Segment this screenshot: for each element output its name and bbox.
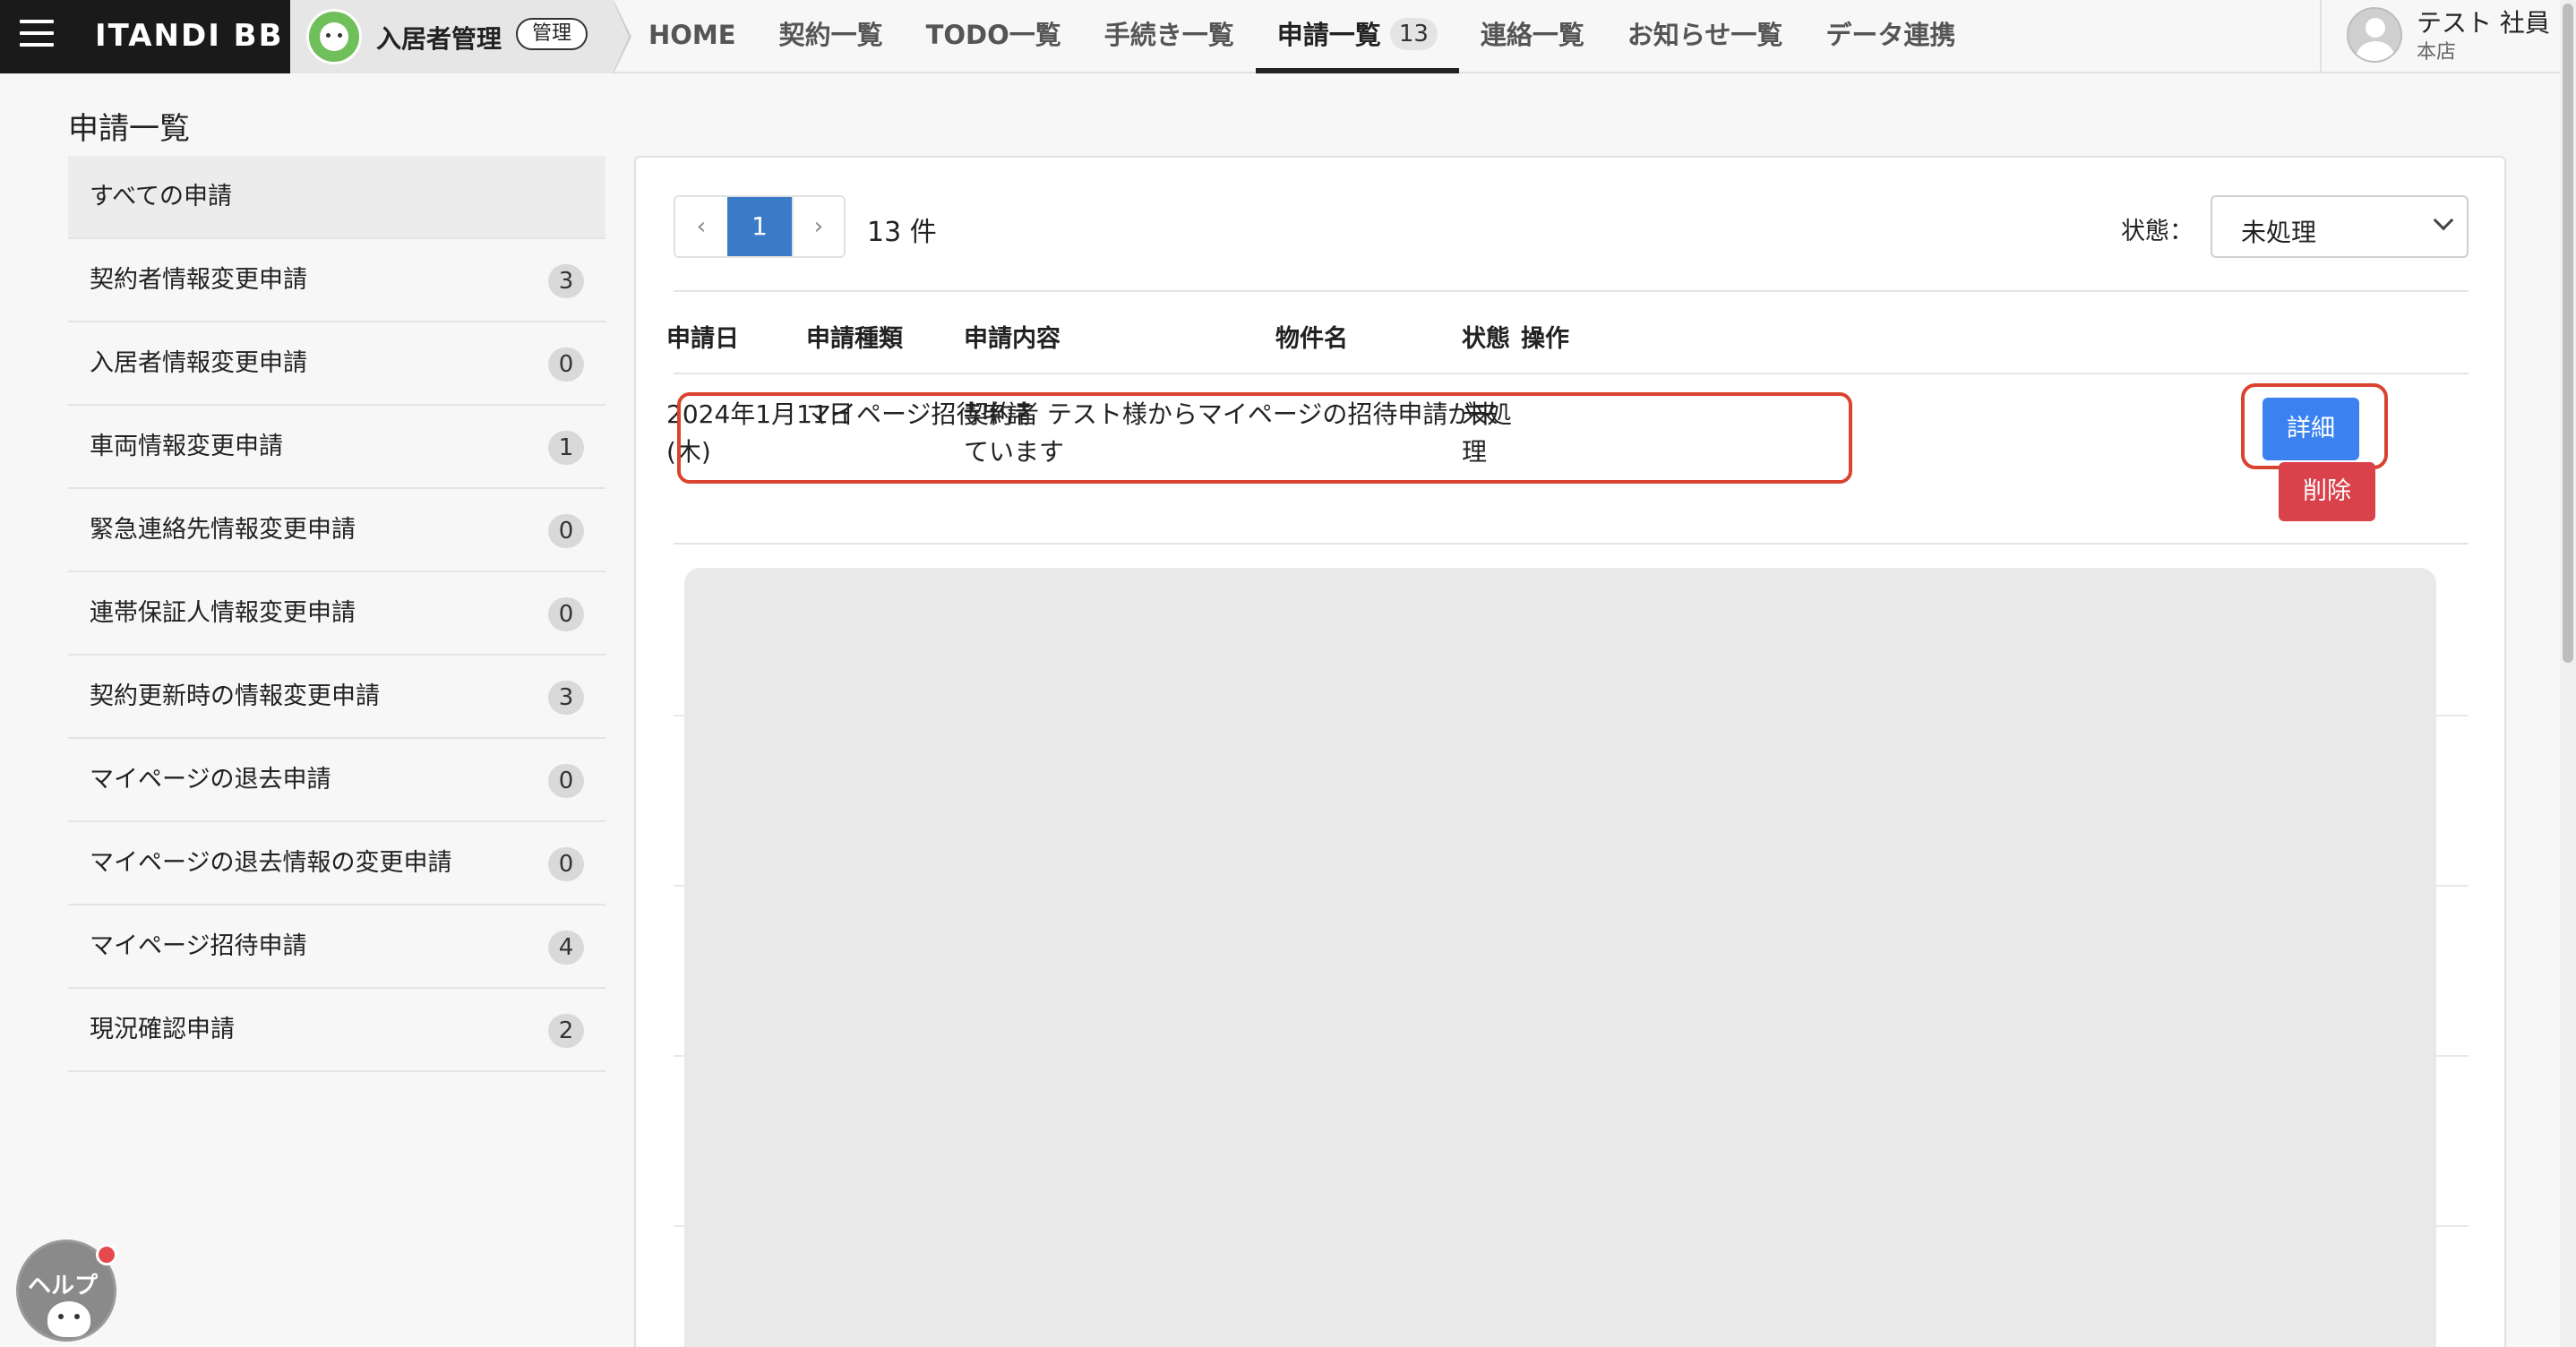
chevron-down-icon [2433,210,2454,231]
sidebar-item-label: マイページ招待申請 [90,932,307,960]
column-header-date: 申請日 [666,325,739,353]
nav-label: 手続き一覧 [1103,20,1234,50]
sidebar-item-guarantor-change[interactable]: 連帯保証人情報変更申請 0 [68,572,605,656]
nav-data-integration[interactable]: データ連携 [1804,0,1977,73]
nav-count-badge: 13 [1389,18,1438,50]
user-menu[interactable]: テスト 社員 本店 [2320,0,2576,73]
nav-todo[interactable]: TODO一覧 [905,0,1083,73]
mascot-icon [306,9,362,64]
sidebar-item-label: マイページの退去情報の変更申請 [90,849,452,877]
top-navigation: ITANDI BB 入居者管理 管理 HOME 契約一覧 TODO一覧 手続き一… [0,0,2576,73]
nav-procedures[interactable]: 手続き一覧 [1083,0,1256,73]
sidebar-item-label: 車両情報変更申請 [90,433,283,460]
sidebar-item-label: すべての申請 [90,183,233,210]
count-badge: 2 [548,1014,584,1048]
sidebar: すべての申請 契約者情報変更申請 3 入居者情報変更申請 0 車両情報変更申請 1 緊… [68,156,605,1072]
sidebar-item-resident-change[interactable]: 入居者情報変更申請 0 [68,322,605,406]
sidebar-item-all[interactable]: すべての申請 [68,156,605,239]
sidebar-item-label: 現況確認申請 [90,1016,235,1043]
count-badge: 0 [548,764,584,798]
sidebar-item-label: 連帯保証人情報変更申請 [90,599,356,627]
user-branch: 本店 [2417,41,2457,64]
application-list-panel: ‹ 1 › 13 件 状態： 未処理 申請日 申請種類 申請内容 物件名 状態 … [634,156,2506,1347]
status-filter-select[interactable]: 未処理 [2211,195,2469,258]
count-badge: 3 [548,264,584,298]
detail-button[interactable]: 詳細 [2263,398,2359,460]
pager-next-button[interactable]: › [792,197,844,256]
user-name: テスト 社員 [2417,8,2550,38]
nav-messages[interactable]: 連絡一覧 [1459,0,1606,73]
status-filter-label: 状態： [2121,218,2194,245]
help-mascot-icon [47,1301,90,1337]
count-badge: 1 [548,431,584,465]
sidebar-item-label: 緊急連絡先情報変更申請 [90,516,356,544]
nav-applications[interactable]: 申請一覧 13 [1255,0,1460,73]
sidebar-item-contractor-change[interactable]: 契約者情報変更申請 3 [68,239,605,322]
sidebar-item-label: 入居者情報変更申請 [90,349,307,377]
avatar-icon [2347,7,2402,63]
redacted-area [684,568,2436,1347]
help-widget[interactable]: ヘルプ [16,1240,117,1342]
sidebar-item-emergency-contact-change[interactable]: 緊急連絡先情報変更申請 0 [68,489,605,572]
hamburger-menu-icon[interactable] [20,20,54,54]
sidebar-item-vehicle-change[interactable]: 車両情報変更申請 1 [68,406,605,489]
record-count: 13 件 [867,217,937,248]
page-title: 申請一覧 [68,111,190,147]
nav-label: 契約一覧 [778,20,883,50]
delete-button[interactable]: 削除 [2279,462,2375,521]
nav-label: HOME [648,20,736,50]
count-badge: 0 [548,597,584,631]
sidebar-item-moveout-change[interactable]: マイページの退去情報の変更申請 0 [68,822,605,905]
column-header-actions: 操作 [1521,325,1569,353]
count-badge: 0 [548,347,584,382]
brand-logo: ITANDI BB [95,18,284,54]
sidebar-item-status-check[interactable]: 現況確認申請 2 [68,989,605,1072]
nav-contracts[interactable]: 契約一覧 [758,0,905,73]
sidebar-item-label: 契約更新時の情報変更申請 [90,682,380,710]
count-badge: 4 [548,931,584,965]
pager-prev-button[interactable]: ‹ [675,197,727,256]
nav-label: TODO一覧 [925,20,1061,50]
brand-block: ITANDI BB [0,0,290,73]
nav-label: お知らせ一覧 [1627,20,1783,50]
table-row-divider [674,543,2469,545]
count-badge: 0 [548,514,584,548]
row-highlight-annotation [677,392,1852,484]
notification-dot-icon [96,1244,117,1265]
column-header-status: 状態 [1462,325,1510,353]
status-filter-value: 未処理 [2241,218,2317,247]
sidebar-item-moveout[interactable]: マイページの退去申請 0 [68,739,605,822]
nav-home[interactable]: HOME [627,0,758,73]
nav-label: データ連携 [1825,20,1956,50]
column-header-type: 申請種類 [806,325,903,353]
app-switcher[interactable]: 入居者管理 管理 [290,0,631,73]
main-nav: HOME 契約一覧 TODO一覧 手続き一覧 申請一覧 13 連絡一覧 お知らせ一… [627,0,1977,73]
sidebar-item-label: マイページの退去申請 [90,766,331,794]
sidebar-item-label: 契約者情報変更申請 [90,266,307,294]
sidebar-item-renewal-change[interactable]: 契約更新時の情報変更申請 3 [68,656,605,739]
help-label: ヘルプ [28,1273,99,1300]
scrollbar-thumb[interactable] [2563,4,2573,663]
nav-label: 連絡一覧 [1480,20,1584,50]
column-header-property: 物件名 [1275,325,1348,353]
pagination: ‹ 1 › [674,195,846,258]
sidebar-item-mypage-invite[interactable]: マイページ招待申請 4 [68,905,605,989]
table-divider [674,290,2469,292]
column-header-content: 申請内容 [964,325,1060,353]
admin-badge: 管理 [516,18,588,50]
count-badge: 0 [548,847,584,881]
count-badge: 3 [548,681,584,715]
pager-page-1[interactable]: 1 [727,197,792,256]
nav-label: 申請一覧 [1276,20,1381,50]
app-name: 入居者管理 [376,24,502,54]
table-header-divider [674,373,2469,374]
nav-notices[interactable]: お知らせ一覧 [1606,0,1804,73]
